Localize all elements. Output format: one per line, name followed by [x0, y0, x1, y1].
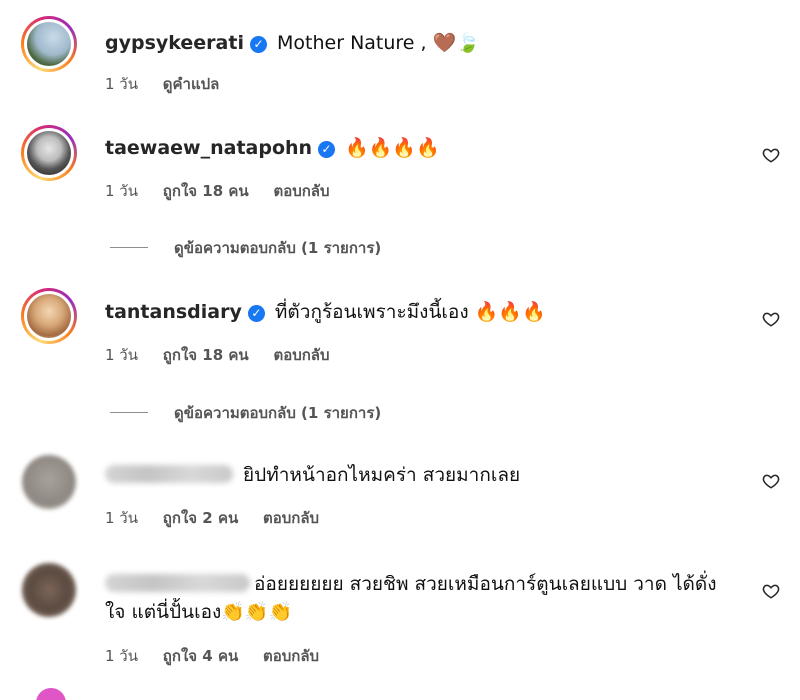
comment-emoji: 👏👏👏: [221, 601, 293, 623]
like-heart-icon[interactable]: [762, 310, 780, 328]
comment-username-blurred[interactable]: [105, 574, 250, 592]
verified-badge-icon: ✓: [249, 36, 267, 53]
divider: [110, 412, 148, 413]
likes-count[interactable]: ถูกใจ 2 คน: [163, 509, 238, 527]
view-replies-button[interactable]: ดูข้อความตอบกลับ (1 รายการ): [110, 236, 381, 260]
comment-emoji: 🤎🍃: [432, 32, 480, 54]
avatar[interactable]: [21, 288, 77, 344]
reply-button[interactable]: ตอบกลับ: [273, 346, 329, 364]
comment-time: 1 วัน: [105, 346, 138, 364]
comment-username-blurred[interactable]: [105, 465, 233, 483]
verified-badge-icon: ✓: [318, 141, 336, 158]
avatar-partial[interactable]: [36, 688, 66, 700]
comment-time: 1 วัน: [105, 509, 138, 527]
comment-username[interactable]: taewaew_natapohn: [105, 137, 312, 159]
divider: [110, 247, 148, 248]
like-heart-icon[interactable]: [762, 146, 780, 164]
comment-time: 1 วัน: [105, 75, 138, 93]
comment-username[interactable]: tantansdiary: [105, 301, 242, 323]
see-translation-button[interactable]: ดูคำแปล: [163, 75, 220, 93]
view-replies-button[interactable]: ดูข้อความตอบกลับ (1 รายการ): [110, 401, 381, 425]
comment-emoji: 🔥🔥🔥: [474, 301, 546, 323]
comment-text: ยิปทำหน้าอกไหมคร่า สวยมากเลย: [243, 464, 521, 486]
comment-time: 1 วัน: [105, 182, 138, 200]
comment-time: 1 วัน: [105, 647, 138, 665]
likes-count[interactable]: ถูกใจ 18 คน: [163, 182, 249, 200]
verified-badge-icon: ✓: [247, 305, 265, 322]
avatar[interactable]: [22, 563, 76, 617]
like-heart-icon[interactable]: [762, 582, 780, 600]
comment-text: Mother Nature ,: [277, 32, 427, 54]
comment-username[interactable]: gypsykeerati: [105, 32, 244, 54]
reply-button[interactable]: ตอบกลับ: [263, 509, 319, 527]
likes-count[interactable]: ถูกใจ 4 คน: [163, 647, 238, 665]
comment-text: ที่ตัวกูร้อนเพราะมึงนี้เอง: [274, 301, 469, 323]
avatar[interactable]: [21, 16, 77, 72]
comment-emoji: 🔥🔥🔥🔥: [345, 137, 440, 159]
likes-count[interactable]: ถูกใจ 18 คน: [163, 346, 249, 364]
reply-button[interactable]: ตอบกลับ: [273, 182, 329, 200]
avatar[interactable]: [21, 125, 77, 181]
avatar[interactable]: [22, 455, 76, 509]
comments-panel: gypsykeerati ✓ Mother Nature , 🤎🍃 1 วัน ด…: [0, 0, 800, 700]
reply-button[interactable]: ตอบกลับ: [263, 647, 319, 665]
like-heart-icon[interactable]: [762, 472, 780, 490]
